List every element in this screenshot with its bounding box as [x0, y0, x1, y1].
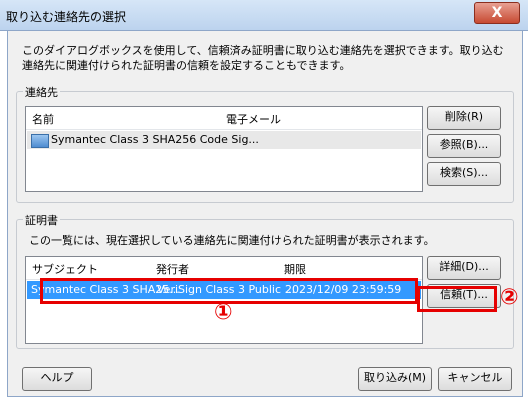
details-button[interactable]: 詳細(D)... — [427, 256, 501, 280]
certificates-info: この一覧には、現在選択している連絡先に関連付けられた証明書が表示されます。 — [29, 234, 435, 247]
column-header-issuer[interactable]: 発行者 — [156, 261, 189, 277]
column-header-name[interactable]: 名前 — [32, 111, 54, 127]
annotation-marker-2: ② — [500, 285, 519, 310]
close-button[interactable]: X — [474, 2, 520, 24]
search-button[interactable]: 検索(S)... — [427, 162, 501, 186]
annotation-marker-1: ① — [214, 300, 233, 325]
annotation-box-trust — [417, 286, 497, 312]
delete-button[interactable]: 削除(R) — [427, 106, 501, 130]
column-header-subject[interactable]: サブジェクト — [32, 261, 98, 277]
contact-name: Symantec Class 3 SHA256 Code Sig... — [51, 133, 259, 146]
help-button[interactable]: ヘルプ — [22, 367, 92, 391]
dialog-body: このダイアログボックスを使用して、信頼済み証明書に取り込む連絡先を選択できます。… — [7, 30, 523, 397]
certificates-group-label: 証明書 — [23, 212, 60, 228]
column-header-expires[interactable]: 期限 — [284, 261, 306, 277]
dialog-description: このダイアログボックスを使用して、信頼済み証明書に取り込む連絡先を選択できます。… — [22, 44, 504, 72]
contacts-group-label: 連絡先 — [23, 84, 60, 100]
contacts-list[interactable]: 名前 電子メール Symantec Class 3 SHA256 Code Si… — [25, 106, 423, 192]
dialog-window: 取り込む連絡先の選択 X このダイアログボックスを使用して、信頼済み証明書に取り… — [0, 0, 528, 403]
column-header-email[interactable]: 電子メール — [226, 111, 281, 127]
title-bar: 取り込む連絡先の選択 X — [0, 0, 528, 31]
import-button[interactable]: 取り込み(M) — [358, 367, 432, 391]
close-icon: X — [491, 5, 503, 21]
contact-row[interactable]: Symantec Class 3 SHA256 Code Sig... — [27, 131, 421, 149]
contacts-list-header: 名前 電子メール — [26, 107, 422, 130]
certificate-icon — [31, 134, 49, 148]
certificates-list-header: サブジェクト 発行者 期限 — [26, 257, 422, 280]
browse-button[interactable]: 参照(B)... — [427, 134, 501, 158]
cancel-button[interactable]: キャンセル — [438, 367, 512, 391]
window-title: 取り込む連絡先の選択 — [6, 10, 127, 24]
contacts-group: 連絡先 名前 電子メール Symantec Class 3 SHA256 Cod… — [16, 84, 514, 203]
